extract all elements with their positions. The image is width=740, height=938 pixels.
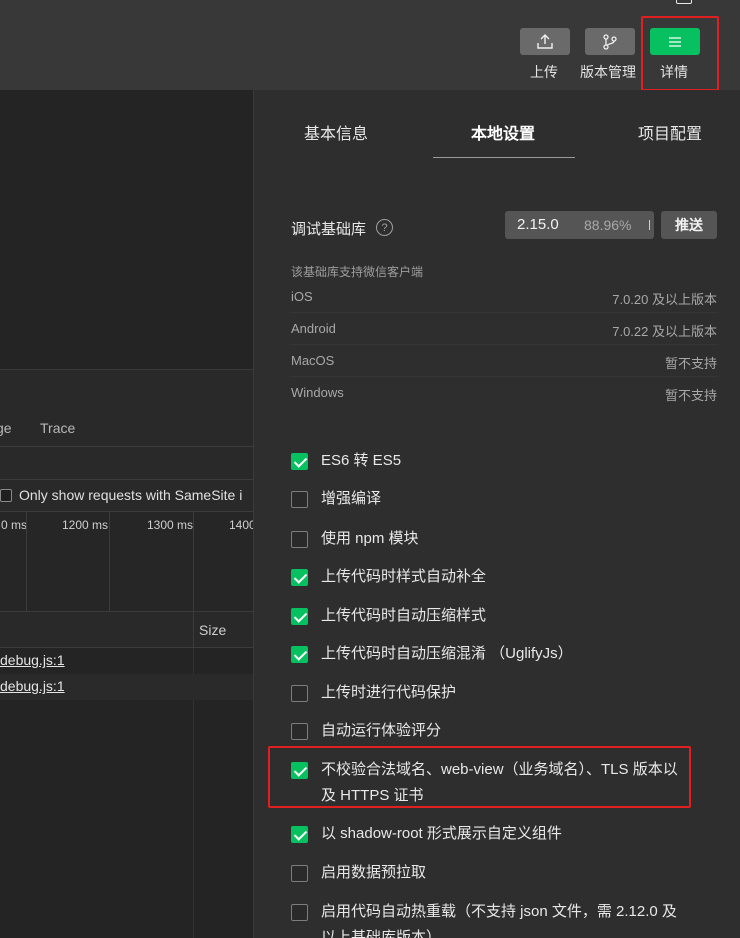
timeline-gridline bbox=[193, 512, 194, 612]
branch-icon bbox=[603, 33, 617, 50]
details-panel: 基本信息 本地设置 项目配置 调试基础库 ? 2.15.0 88.96% 推送 … bbox=[253, 90, 740, 938]
tab-local-settings[interactable]: 本地设置 bbox=[471, 120, 535, 144]
requests-column-header: Size bbox=[0, 612, 253, 648]
table-row[interactable]: debug.js:1 bbox=[0, 674, 253, 700]
option-label: ES6 转 ES5 bbox=[321, 452, 402, 469]
devtools-upper-area bbox=[0, 90, 253, 370]
option-label: 上传时进行代码保护 bbox=[321, 684, 457, 701]
samesite-label: Only show requests with SameSite i bbox=[19, 487, 243, 503]
initiator-link[interactable]: debug.js:1 bbox=[0, 678, 65, 694]
platform-row: iOS 7.0.20 及以上版本 bbox=[291, 281, 717, 313]
samesite-checkbox[interactable] bbox=[0, 489, 12, 502]
lib-coverage: 88.96% bbox=[584, 217, 632, 233]
tab-basic-info[interactable]: 基本信息 bbox=[304, 120, 368, 144]
top-toolbar: 上传 版本管理 详情 bbox=[0, 0, 740, 91]
checkbox[interactable] bbox=[291, 646, 308, 663]
checkbox[interactable] bbox=[291, 569, 308, 586]
push-button[interactable]: 推送 bbox=[661, 211, 717, 239]
platform-row: MacOS 暂不支持 bbox=[291, 345, 717, 377]
checkbox[interactable] bbox=[291, 608, 308, 625]
lib-version-select[interactable]: 2.15.0 88.96% bbox=[505, 211, 654, 239]
option-label: 上传代码时样式自动补全 bbox=[321, 568, 487, 585]
checkbox[interactable] bbox=[291, 453, 308, 470]
platform-version: 暂不支持 bbox=[664, 388, 717, 403]
debug-lib-label: 调试基础库 bbox=[291, 221, 367, 238]
upload-label: 上传 bbox=[530, 64, 558, 80]
highlight-box-details bbox=[641, 16, 719, 91]
checkbox[interactable] bbox=[291, 491, 308, 508]
option-label: 启用代码自动热重载（不支持 json 文件，需 2.12.0 及以上基础库版本） bbox=[321, 903, 677, 938]
platform-name: Android bbox=[291, 321, 336, 336]
support-title: 该基础库支持微信客户端 bbox=[291, 265, 424, 279]
checkbox[interactable] bbox=[291, 865, 308, 882]
version-manage-button[interactable] bbox=[585, 28, 635, 55]
tab-project-config[interactable]: 项目配置 bbox=[638, 120, 702, 144]
active-tab-indicator bbox=[433, 157, 575, 158]
tab-storage-partial[interactable]: ge bbox=[0, 420, 12, 436]
table-row[interactable]: debug.js:1 bbox=[0, 648, 253, 674]
version-manage-label: 版本管理 bbox=[580, 64, 636, 80]
checkbox[interactable] bbox=[291, 904, 308, 921]
upload-button[interactable] bbox=[520, 28, 570, 55]
lib-version: 2.15.0 bbox=[517, 216, 559, 233]
option-label: 上传代码时自动压缩样式 bbox=[321, 607, 487, 624]
highlight-box-domain-check bbox=[268, 746, 691, 808]
scroll-indicator bbox=[649, 220, 650, 230]
option-label: 自动运行体验评分 bbox=[321, 722, 442, 739]
devtools-tab-bar bbox=[0, 370, 253, 447]
devtools-window: 上传 版本管理 详情 ge Trace Only show requests w bbox=[0, 0, 740, 938]
option-label: 使用 npm 模块 bbox=[321, 530, 419, 547]
platform-version: 7.0.22 及以上版本 bbox=[612, 324, 717, 339]
initiator-link[interactable]: debug.js:1 bbox=[0, 652, 65, 668]
network-panel: ge Trace Only show requests with SameSit… bbox=[0, 90, 256, 938]
tab-trace[interactable]: Trace bbox=[40, 420, 75, 436]
help-icon[interactable]: ? bbox=[376, 219, 393, 236]
platform-version: 暂不支持 bbox=[664, 356, 717, 371]
platform-version: 7.0.20 及以上版本 bbox=[612, 292, 717, 307]
timeline-tick: 1400 bbox=[229, 518, 256, 532]
platform-row: Windows 暂不支持 bbox=[291, 377, 717, 409]
checkbox[interactable] bbox=[291, 531, 308, 548]
timeline-tick: 1200 ms bbox=[62, 518, 109, 532]
option-label: 以 shadow-root 形式展示自定义组件 bbox=[321, 825, 562, 842]
timeline-tick: 1300 ms bbox=[147, 518, 194, 532]
platform-name: Windows bbox=[291, 385, 344, 400]
checkbox[interactable] bbox=[291, 685, 308, 702]
timeline-overview[interactable]: 0 ms 1200 ms 1300 ms 1400 bbox=[0, 512, 256, 612]
column-size[interactable]: Size bbox=[199, 622, 226, 638]
window-icon[interactable] bbox=[676, 0, 692, 4]
option-label: 启用数据预拉取 bbox=[321, 864, 427, 881]
samesite-filter[interactable]: Only show requests with SameSite i bbox=[0, 480, 253, 512]
platform-name: MacOS bbox=[291, 353, 335, 368]
platform-name: iOS bbox=[291, 289, 313, 304]
timeline-tick: 0 ms bbox=[1, 518, 28, 532]
timeline-gridline bbox=[26, 512, 27, 612]
option-label: 增强编译 bbox=[321, 490, 382, 507]
checkbox[interactable] bbox=[291, 826, 308, 843]
upload-icon bbox=[537, 33, 553, 49]
timeline-gridline bbox=[109, 512, 110, 612]
platform-row: Android 7.0.22 及以上版本 bbox=[291, 313, 717, 345]
checkbox[interactable] bbox=[291, 723, 308, 740]
option-label: 上传代码时自动压缩混淆 （UglifyJs） bbox=[321, 645, 573, 662]
filter-bar bbox=[0, 447, 253, 480]
column-divider[interactable] bbox=[193, 612, 194, 648]
